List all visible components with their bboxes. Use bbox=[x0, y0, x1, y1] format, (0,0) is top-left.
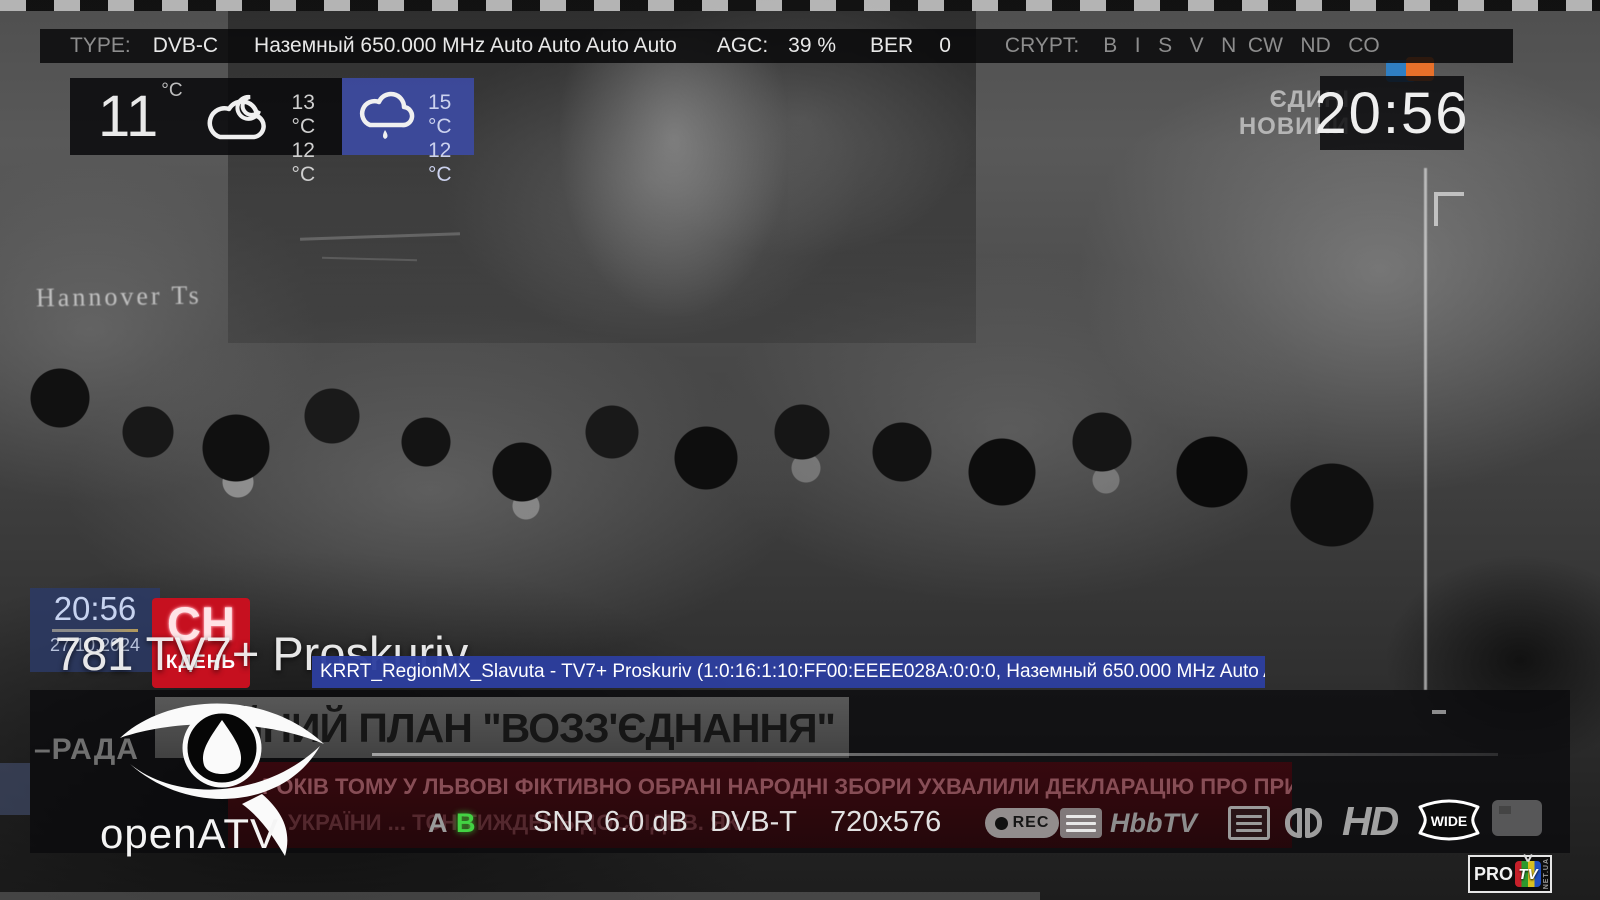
teletext-icon bbox=[1228, 806, 1270, 840]
film-edge-strip bbox=[0, 892, 1040, 900]
protv-tv-screen: TV bbox=[1515, 861, 1541, 887]
rec-dot-icon bbox=[995, 817, 1008, 830]
agc-label: AGC: bbox=[717, 34, 768, 58]
ticker-line2: УКРАЇНИ ... ТСН.ТИЖДЕНЬ ДОСЛІДИВ. ЯК ... bbox=[288, 810, 764, 836]
current-temperature: 11 bbox=[98, 88, 158, 146]
subtitle-list-icon bbox=[1060, 808, 1102, 838]
weather-widget: 11 °C 13 °C 12 °C 15 °C bbox=[70, 78, 474, 155]
night-cloud-icon bbox=[198, 83, 276, 150]
protv-logo: PRO TV NET.UA bbox=[1468, 855, 1552, 893]
agc-value: 39 % bbox=[788, 34, 836, 58]
hd-badge: HD bbox=[1342, 798, 1397, 845]
headline-underline bbox=[372, 753, 1498, 756]
wide-badge: WIDE bbox=[1416, 798, 1482, 850]
audio-track-b: B bbox=[456, 808, 476, 839]
video-edge-fragment bbox=[0, 763, 30, 815]
signal-status-bar: TYPE: DVB-C Наземный 650.000 MHz Auto Au… bbox=[40, 29, 1513, 63]
weather-forecast-panel: 15 °C 12 °C bbox=[342, 78, 474, 155]
type-value: DVB-C bbox=[153, 34, 218, 58]
service-reference-bar: KRRT_RegionMX_Slavuta - TV7+ Proskuriv (… bbox=[312, 656, 1265, 688]
today-low-temp: 12 °C bbox=[292, 139, 342, 187]
clock-box: 20:56 bbox=[1320, 76, 1464, 150]
temperature-unit: °C bbox=[161, 80, 182, 102]
protv-tv-text: TV bbox=[1518, 866, 1537, 883]
hbbtv-label: HbbTV bbox=[1110, 808, 1197, 839]
ber-value: 0 bbox=[939, 34, 951, 58]
broadcast-system: DVB-T bbox=[710, 806, 797, 839]
snr-label: SNR bbox=[533, 806, 594, 839]
mini-clock: 20:56 bbox=[30, 592, 160, 625]
today-high-temp: 13 °C bbox=[292, 91, 342, 139]
crypt-label: CRYPT: bbox=[1005, 34, 1079, 58]
type-label: TYPE: bbox=[70, 34, 131, 58]
clock-time: 20:56 bbox=[1314, 80, 1469, 147]
video-artifact-dash bbox=[1432, 710, 1446, 714]
rec-badge: REC bbox=[985, 808, 1059, 838]
weather-current-panel: 11 °C 13 °C 12 °C bbox=[70, 78, 342, 155]
dolby-digital-icon bbox=[1285, 808, 1322, 838]
openatv-brand: openATV bbox=[100, 810, 279, 858]
ci-card-icon bbox=[1492, 800, 1542, 836]
protv-pro-text: PRO bbox=[1474, 864, 1513, 885]
rec-label: REC bbox=[1013, 814, 1050, 832]
tomorrow-low-temp: 12 °C bbox=[428, 139, 474, 187]
audio-track-a: A bbox=[428, 808, 448, 839]
tomorrow-high-temp: 15 °C bbox=[428, 91, 474, 139]
wide-label: WIDE bbox=[1431, 813, 1468, 829]
rain-cloud-icon bbox=[354, 85, 418, 148]
crypt-flags: B I S V N CW ND CO bbox=[1103, 34, 1380, 58]
ber-label: BER bbox=[870, 34, 913, 58]
ticker-line1: РОКІВ ТОМУ У ЛЬВОВІ ФІКТИВНО ОБРАНІ НАРО… bbox=[262, 774, 1292, 800]
video-resolution: 720x576 bbox=[830, 806, 941, 839]
tuner-info: Наземный 650.000 MHz Auto Auto Auto Auto bbox=[254, 34, 677, 58]
tv-osd-screen: Hannover Ts TYPE: DVB-C Наземный 650.000… bbox=[0, 0, 1600, 900]
snr-value: 6.0 dB bbox=[604, 806, 688, 839]
protv-net-text: NET.UA bbox=[1543, 858, 1550, 889]
